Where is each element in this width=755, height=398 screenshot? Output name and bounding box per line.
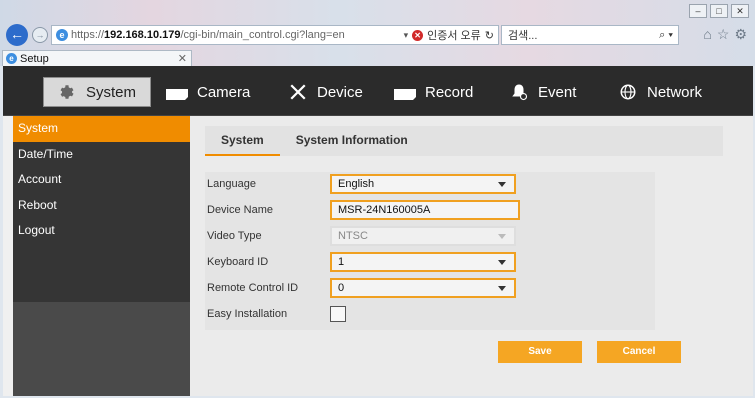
nav-event-label: Event <box>538 83 577 101</box>
globe-icon <box>615 83 641 101</box>
back-arrow-icon[interactable]: ← <box>6 24 28 46</box>
window-controls: – □ ✕ <box>689 4 749 18</box>
url-text: https://192.168.10.179/cgi-bin/main_cont… <box>71 29 345 41</box>
chevron-down-icon <box>498 260 506 265</box>
language-value: English <box>338 178 375 190</box>
cert-error-text: 인증서 오류 <box>427 30 481 42</box>
ie-page-icon: e <box>56 29 68 41</box>
tab-strip: e Setup ✕ <box>0 50 755 66</box>
maximize-icon[interactable]: □ <box>710 4 728 18</box>
device-name-value: MSR-24N160005A <box>338 204 431 216</box>
subtab-bar: System System Information <box>205 126 723 156</box>
close-icon[interactable]: ✕ <box>731 4 749 18</box>
nav-device[interactable]: Device <box>285 80 363 104</box>
nav-event[interactable]: Event <box>506 80 576 104</box>
refresh-icon[interactable]: ↻ <box>485 29 494 42</box>
tab-title: Setup <box>20 52 49 65</box>
chevron-down-icon <box>498 286 506 291</box>
tab-system-information[interactable]: System Information <box>280 126 424 156</box>
cancel-button[interactable]: Cancel <box>597 341 681 363</box>
nav-network[interactable]: Network <box>615 80 702 104</box>
video-type-select: NTSC <box>330 226 516 246</box>
easy-installation-label: Easy Installation <box>207 308 288 320</box>
nav-system-label: System <box>86 83 137 101</box>
form-row-device-name: Device Name MSR-24N160005A <box>205 198 655 224</box>
minimize-icon[interactable]: – <box>689 4 707 18</box>
nav-network-label: Network <box>647 83 703 101</box>
sidebar-item-account[interactable]: Account <box>13 167 190 193</box>
browser-chrome: – □ ✕ ← → e https://192.168.10.179/cgi-b… <box>0 0 755 66</box>
nav-record-label: Record <box>425 83 474 101</box>
keyboard-id-value: 1 <box>338 256 345 268</box>
language-label: Language <box>207 178 256 190</box>
sidebar: System Date/Time Account Reboot Logout <box>13 116 190 396</box>
tools-icon <box>285 83 311 101</box>
video-type-value: NTSC <box>338 230 368 242</box>
search-placeholder: 검색... <box>508 30 538 42</box>
tab-system[interactable]: System <box>205 126 280 156</box>
form-row-keyboard-id: Keyboard ID 1 <box>205 250 655 276</box>
chevron-down-icon <box>498 234 506 239</box>
gear-icon <box>54 83 80 101</box>
cert-error-icon: ✕ <box>412 29 424 41</box>
form-row-easy-installation: Easy Installation <box>205 302 655 328</box>
settings-gear-icon[interactable]: ⚙ <box>734 26 747 43</box>
search-input[interactable]: 검색... ⌕ ▾ <box>501 25 679 45</box>
nav-record[interactable]: Record <box>393 80 473 104</box>
search-icon[interactable]: ⌕ ▾ <box>659 29 678 42</box>
address-bar[interactable]: e https://192.168.10.179/cgi-bin/main_co… <box>51 25 499 45</box>
nav-device-label: Device <box>317 83 363 101</box>
system-form: Language English Device Name MSR-24N1600… <box>205 172 655 330</box>
home-icon[interactable]: ⌂ <box>703 26 711 43</box>
form-row-language: Language English <box>205 172 655 198</box>
language-select[interactable]: English <box>330 174 516 194</box>
record-icon <box>393 83 419 101</box>
camera-icon <box>165 83 191 101</box>
device-name-label: Device Name <box>207 204 274 216</box>
keyboard-id-label: Keyboard ID <box>207 256 269 268</box>
sidebar-item-logout[interactable]: Logout <box>13 218 190 244</box>
remote-control-id-select[interactable]: 0 <box>330 278 516 298</box>
favorites-star-icon[interactable]: ☆ <box>717 26 730 43</box>
top-navigation: System Camera Device Record Event Networ… <box>3 66 753 116</box>
tab-close-icon[interactable]: ✕ <box>178 52 191 65</box>
browser-toolbar-icons: ⌂ ☆ ⚙ <box>703 26 747 43</box>
cert-error-indicator[interactable]: ▾ ✕ 인증서 오류 ↻ <box>404 27 498 43</box>
dropdown-arrow-icon[interactable]: ▾ <box>404 30 409 41</box>
video-type-label: Video Type <box>207 230 262 242</box>
nav-system[interactable]: System <box>43 77 152 107</box>
keyboard-id-select[interactable]: 1 <box>330 252 516 272</box>
device-name-input[interactable]: MSR-24N160005A <box>330 200 520 220</box>
bell-icon <box>506 83 532 101</box>
ie-tab-icon: e <box>6 53 17 64</box>
nav-camera-label: Camera <box>197 83 251 101</box>
sidebar-item-datetime[interactable]: Date/Time <box>13 142 190 168</box>
form-row-remote-control-id: Remote Control ID 0 <box>205 276 655 302</box>
form-row-video-type: Video Type NTSC <box>205 224 655 250</box>
remote-control-id-value: 0 <box>338 282 345 294</box>
chevron-down-icon <box>498 182 506 187</box>
forward-arrow-icon[interactable]: → <box>32 27 48 43</box>
sidebar-item-system[interactable]: System <box>13 116 190 142</box>
remote-control-id-label: Remote Control ID <box>207 282 299 294</box>
app-window: System Camera Device Record Event Networ… <box>3 66 753 396</box>
browser-tab[interactable]: e Setup ✕ <box>2 50 192 66</box>
save-button[interactable]: Save <box>498 341 582 363</box>
easy-installation-checkbox[interactable] <box>330 306 346 322</box>
sidebar-item-reboot[interactable]: Reboot <box>13 193 190 219</box>
nav-camera[interactable]: Camera <box>165 80 250 104</box>
